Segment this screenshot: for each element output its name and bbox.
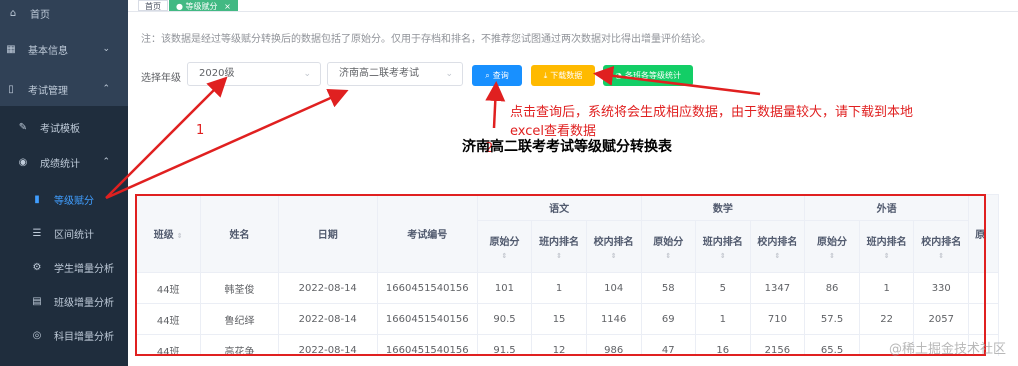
cell-chinese-class-rank: 12 — [531, 334, 587, 356]
cell-english-school-rank: 330 — [913, 272, 970, 304]
cell-chinese-raw: 101 — [476, 272, 533, 304]
header-raw-score[interactable]: 原始分 ⇕ — [804, 220, 860, 273]
cell-math-school-rank: 2156 — [749, 334, 806, 356]
cell-exam-number: 1660451540156 — [376, 303, 478, 335]
sort-icon[interactable]: ⇕ — [177, 232, 183, 240]
score-table: 班级 ⇕ 姓名 日期 考试编号 语文 数学 外语 原 原始分 ⇕ 班内排名 ⇕ 校内排… — [135, 194, 999, 356]
sort-icon[interactable]: ⇕ — [478, 252, 532, 260]
cell-math-class-rank: 1 — [695, 303, 751, 335]
cell-date: 2022-08-14 — [277, 272, 378, 304]
sort-icon[interactable]: ⇕ — [914, 252, 968, 260]
header-date: 日期 — [277, 194, 378, 273]
cell-class: 44班 — [135, 303, 202, 335]
cell-math-class-rank: 5 — [695, 272, 751, 304]
header-label: 校内排名 — [757, 237, 798, 248]
header-label: 班内排名 — [866, 237, 907, 248]
cell-math-raw: 47 — [640, 334, 697, 356]
header-class-rank[interactable]: 班内排名 ⇕ — [695, 220, 751, 273]
cell-class: 44班 — [135, 272, 202, 304]
cell-english-school-rank: 2057 — [913, 303, 970, 335]
header-label: 班级 — [153, 230, 174, 241]
header-class-rank[interactable]: 班内排名 ⇕ — [531, 220, 587, 273]
cell-chinese-class-rank: 1 — [531, 272, 587, 304]
sort-icon[interactable]: ⇕ — [696, 252, 750, 260]
header-exam-number: 考试编号 — [376, 194, 478, 273]
cell-name: 高花争 — [200, 334, 279, 356]
cell-english-raw: 86 — [804, 272, 860, 304]
watermark: @稀土掘金技术社区 — [888, 342, 1006, 357]
cell-english-raw: 65.5 — [804, 334, 860, 356]
header-school-rank[interactable]: 校内排名 ⇕ — [913, 220, 970, 273]
cell-english-class-rank: 1 — [858, 272, 915, 304]
header-school-rank[interactable]: 校内排名 ⇕ — [585, 220, 642, 273]
cell-exam-number: 1660451540156 — [376, 272, 478, 304]
table-row[interactable]: 44班 高花争 2022-08-14 1660451540156 91.5 12… — [135, 334, 999, 356]
header-group-english: 外语 — [804, 194, 970, 221]
table-title: 济南高二联考考试等级赋分转换表 — [462, 139, 672, 155]
cell-chinese-school-rank: 1146 — [585, 303, 642, 335]
cell-name: 鲁纪绎 — [200, 303, 279, 335]
header-label: 原始分 — [817, 237, 848, 248]
sort-icon[interactable]: ⇕ — [532, 252, 586, 260]
cell-date: 2022-08-14 — [277, 334, 378, 356]
header-label: 校内排名 — [921, 237, 962, 248]
header-label: 原始分 — [489, 237, 520, 248]
header-raw-score[interactable]: 原始分 ⇕ — [476, 220, 533, 273]
cell-chinese-raw: 91.5 — [476, 334, 533, 356]
annotation-hint-line1: 点击查询后，系统将会生成相应数据，由于数据量较大，请下载到本地 — [510, 105, 914, 120]
cell-overflow — [968, 303, 999, 335]
sort-icon[interactable]: ⇕ — [751, 252, 805, 260]
header-label: 原始分 — [653, 237, 684, 248]
cell-chinese-raw: 90.5 — [476, 303, 533, 335]
sort-icon[interactable]: ⇕ — [642, 252, 696, 260]
cell-math-school-rank: 710 — [749, 303, 806, 335]
header-label: 班内排名 — [539, 237, 580, 248]
table-row[interactable]: 44班 鲁纪绎 2022-08-14 1660451540156 90.5 15… — [135, 303, 999, 335]
arrow-to-grade-select — [105, 76, 228, 199]
cell-exam-number: 1660451540156 — [376, 334, 478, 356]
header-name: 姓名 — [200, 194, 279, 273]
header-overflow: 原 — [968, 194, 999, 273]
cell-math-school-rank: 1347 — [749, 272, 806, 304]
sort-icon[interactable]: ⇕ — [860, 252, 914, 260]
header-group-chinese: 语文 — [476, 194, 642, 221]
cell-chinese-school-rank: 986 — [585, 334, 642, 356]
header-label: 班内排名 — [702, 237, 743, 248]
arrow-to-download-button — [593, 65, 761, 96]
arrow-to-exam-select — [105, 88, 349, 200]
cell-math-raw: 69 — [640, 303, 697, 335]
header-class-rank[interactable]: 班内排名 ⇕ — [858, 220, 915, 273]
score-table-wrapper[interactable]: 班级 ⇕ 姓名 日期 考试编号 语文 数学 外语 原 原始分 ⇕ 班内排名 ⇕ 校内排… — [135, 194, 999, 356]
cell-date: 2022-08-14 — [277, 303, 378, 335]
annotation-step-1: 1 — [196, 123, 205, 138]
sort-icon[interactable]: ⇕ — [805, 252, 859, 260]
table-row[interactable]: 44班 韩荃俊 2022-08-14 1660451540156 101 1 1… — [135, 272, 999, 304]
cell-name: 韩荃俊 — [200, 272, 279, 304]
header-label: 校内排名 — [593, 237, 634, 248]
cell-chinese-school-rank: 104 — [585, 272, 642, 304]
arrow-to-query-button — [485, 81, 506, 129]
header-group-math: 数学 — [640, 194, 806, 221]
header-school-rank[interactable]: 校内排名 ⇕ — [749, 220, 806, 273]
sort-icon[interactable]: ⇕ — [587, 252, 641, 260]
cell-math-class-rank: 16 — [695, 334, 751, 356]
cell-english-class-rank: 22 — [858, 303, 915, 335]
cell-chinese-class-rank: 15 — [531, 303, 587, 335]
cell-math-raw: 58 — [640, 272, 697, 304]
cell-overflow — [968, 272, 999, 304]
cell-class: 44班 — [135, 334, 202, 356]
cell-english-raw: 57.5 — [804, 303, 860, 335]
header-raw-score[interactable]: 原始分 ⇕ — [640, 220, 697, 273]
header-class[interactable]: 班级 ⇕ — [135, 194, 202, 273]
